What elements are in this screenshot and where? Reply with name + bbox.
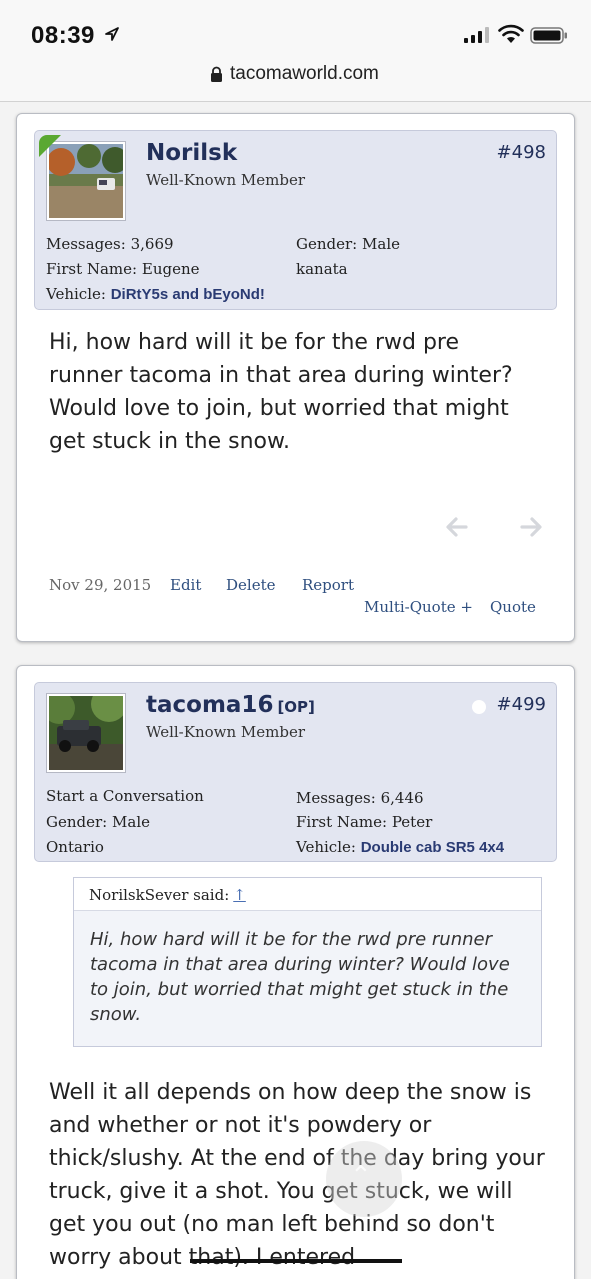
vehicle-link[interactable]: DiRtY5s and bEyoNd! xyxy=(111,286,265,303)
avatar[interactable] xyxy=(46,693,126,773)
info-vehicle: Vehicle: DiRtY5s and bEyoNd! xyxy=(46,285,265,303)
post-card: tacoma16 [OP] Well-Known Member #499 Star… xyxy=(16,665,575,1279)
post-card: Norilsk Well-Known Member #498 Messages:… xyxy=(16,113,575,642)
post-number-link[interactable]: #499 xyxy=(497,694,546,715)
quote-author: NorilskSever said: ↑ xyxy=(89,886,246,904)
user-info-box: Norilsk Well-Known Member #498 Messages:… xyxy=(34,130,557,310)
info-gender: Gender: Male xyxy=(296,235,400,253)
cellular-signal-icon xyxy=(464,27,489,43)
online-indicator-icon xyxy=(39,135,61,157)
arrow-left-icon[interactable] xyxy=(444,514,470,540)
status-bar: 08:39 xyxy=(0,0,591,56)
online-status-icon xyxy=(472,700,486,714)
lock-icon xyxy=(211,66,222,82)
jump-to-quote-icon[interactable]: ↑ xyxy=(233,886,246,904)
report-link[interactable]: Report xyxy=(302,576,354,594)
info-vehicle: Vehicle: Double cab SR5 4x4 xyxy=(296,838,505,856)
username-link[interactable]: Norilsk xyxy=(146,140,237,166)
quote-link[interactable]: Quote xyxy=(490,598,536,616)
vehicle-link[interactable]: Double cab SR5 4x4 xyxy=(361,839,504,856)
op-badge: [OP] xyxy=(277,698,315,716)
post-date[interactable]: Nov 29, 2015 xyxy=(49,576,151,594)
user-title: Well-Known Member xyxy=(146,723,306,741)
quote-block: NorilskSever said: ↑ Hi, how hard will it… xyxy=(73,877,542,1047)
user-title: Well-Known Member xyxy=(146,171,306,189)
arrow-right-icon[interactable] xyxy=(518,514,544,540)
home-indicator-bar xyxy=(190,1259,402,1263)
quote-text: Hi, how hard will it be for the rwd pre … xyxy=(90,929,510,1025)
username-link[interactable]: tacoma16 [OP] xyxy=(146,692,315,718)
post-number-link[interactable]: #498 xyxy=(497,142,546,163)
delete-link[interactable]: Delete xyxy=(226,576,275,594)
multi-quote-link[interactable]: Multi-Quote + xyxy=(364,598,473,616)
location-arrow-icon xyxy=(105,27,119,41)
info-gender: Gender: Male xyxy=(46,813,150,831)
info-location: Ontario xyxy=(46,838,104,856)
battery-icon xyxy=(530,27,567,44)
quote-header: NorilskSever said: ↑ xyxy=(74,878,541,911)
info-messages: Messages: 3,669 xyxy=(46,235,174,253)
start-conversation-link[interactable]: Start a Conversation xyxy=(46,787,204,805)
user-info-box: tacoma16 [OP] Well-Known Member #499 Star… xyxy=(34,682,557,862)
status-time: 08:39 xyxy=(31,22,95,49)
chevron-up-icon: ⌃ xyxy=(350,1161,372,1191)
post-message: Well it all depends on how deep the snow… xyxy=(49,1080,545,1270)
info-first-name: First Name: Eugene xyxy=(46,260,200,278)
url-text[interactable]: tacomaworld.com xyxy=(230,63,379,85)
info-messages: Messages: 6,446 xyxy=(296,789,424,807)
info-location: kanata xyxy=(296,260,348,278)
wifi-icon xyxy=(498,24,524,43)
post-message: Hi, how hard will it be for the rwd pre … xyxy=(49,330,513,454)
edit-link[interactable]: Edit xyxy=(170,576,201,594)
address-bar[interactable]: tacomaworld.com xyxy=(0,56,591,102)
info-first-name: First Name: Peter xyxy=(296,813,433,831)
scroll-to-top-button[interactable]: ⌃ xyxy=(326,1141,402,1217)
